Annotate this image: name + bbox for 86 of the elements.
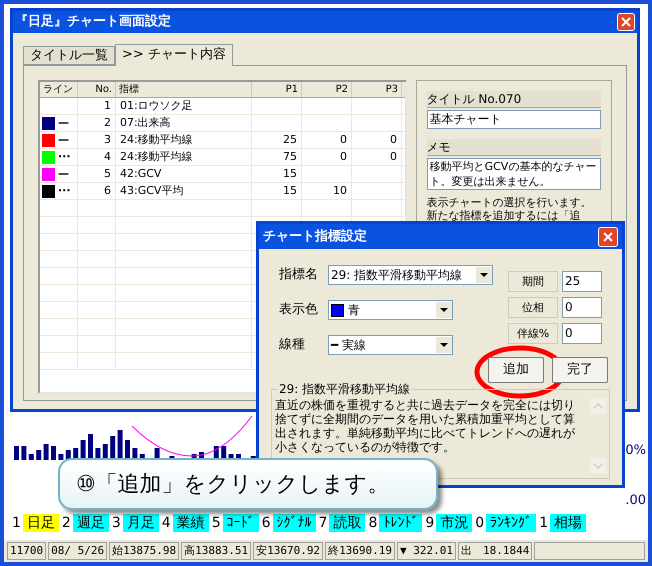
- param-label: 位相: [508, 297, 558, 318]
- table-cell: 2: [78, 115, 116, 131]
- field-label: 指標名: [279, 266, 319, 284]
- table-cell: 01:ロウソク足: [116, 98, 252, 114]
- status-cell: 高13883.51: [181, 542, 252, 560]
- group-title: 29: 指数平滑移動平均線: [278, 381, 412, 397]
- volume-bar: [21, 446, 26, 460]
- tab[interactable]: >> チャート内容: [115, 44, 233, 66]
- line-style-mark: —: [58, 133, 69, 147]
- column-header: P2: [302, 82, 352, 97]
- indicator-select[interactable]: 29: 指数平滑移動平均線: [328, 265, 493, 285]
- volume-bar: [28, 454, 34, 460]
- param-label: 伴線%: [508, 323, 558, 344]
- param-label: 期間: [508, 271, 558, 292]
- volume-bar: [36, 450, 42, 460]
- table-cell: 42:GCV: [116, 166, 252, 182]
- column-header: 指標: [116, 82, 252, 97]
- volume-bar: [14, 446, 19, 460]
- close-icon: [603, 232, 613, 242]
- close-button[interactable]: [617, 13, 635, 31]
- dialog-button[interactable]: 完了: [552, 357, 608, 383]
- param-field[interactable]: 0: [562, 323, 602, 344]
- window-title: チャート指標設定: [263, 228, 367, 246]
- table-cell: 25: [252, 132, 302, 148]
- line-style-mark: —: [58, 116, 69, 130]
- table-cell: 0: [302, 149, 352, 165]
- table-cell: 4: [78, 149, 116, 165]
- line-style-mark: ···: [58, 150, 71, 164]
- volume-bar: [110, 436, 116, 460]
- dialog-button[interactable]: 追加: [488, 357, 544, 383]
- volume-bar: [58, 454, 64, 460]
- table-cell: 15: [252, 183, 302, 199]
- volume-bar: [125, 440, 130, 460]
- volume-bar: [80, 440, 86, 460]
- line-style-mark: ━: [331, 337, 338, 354]
- field-label: 表示色: [279, 301, 319, 320]
- table-cell: 0: [302, 132, 352, 148]
- status-cell: 11700: [7, 542, 46, 560]
- volume-bar: [51, 446, 56, 460]
- table-cell: 5: [78, 166, 116, 182]
- status-cell: 始13875.98: [109, 542, 180, 560]
- table-cell: 07:出来高: [116, 115, 252, 131]
- description-text: 直近の株価を重視すると共に過去データを完全には切り捨てずに全期間のデータを用いた累積加重平均として算出されます。単純移動平均に比べてトレンドへの遅れが小さくなっているのが特徴です。: [275, 398, 576, 456]
- tab[interactable]: タイトル一覧: [23, 46, 115, 65]
- param-field[interactable]: 25: [562, 271, 602, 292]
- table-cell: 0: [352, 149, 402, 165]
- table-cell: 24:移動平均線: [116, 132, 252, 148]
- volume-bar: [44, 444, 49, 460]
- callout-text: ⑩「追加」をクリックします。: [76, 470, 390, 498]
- line-style-mark: —: [58, 167, 69, 181]
- table-cell: 10: [302, 183, 352, 199]
- axis-label: .00: [625, 492, 646, 510]
- close-icon: [621, 17, 631, 27]
- table-cell: 3: [78, 132, 116, 148]
- status-cell: 08/ 5/26: [48, 542, 108, 560]
- window-title: 『日足』チャート画面設定: [15, 12, 171, 32]
- column-header: P1: [252, 82, 302, 97]
- color-select[interactable]: 青: [328, 300, 453, 320]
- line-style-mark: ···: [58, 184, 71, 198]
- status-cell: 出 18.1844: [458, 542, 532, 560]
- close-button[interactable]: [598, 226, 618, 246]
- volume-bar: [118, 430, 123, 460]
- status-cell: 終13690.19: [325, 542, 396, 560]
- table-cell: 24:移動平均線: [116, 149, 252, 165]
- table-cell: 1: [78, 98, 116, 114]
- memo-label: メモ: [426, 139, 601, 156]
- status-cell: ▼ 322.01: [397, 542, 456, 560]
- table-cell: 75: [252, 149, 302, 165]
- field-label: 線種: [279, 336, 306, 354]
- volume-bar: [88, 434, 93, 460]
- title-label: タイトル No.070: [426, 91, 601, 108]
- table-cell: 15: [252, 166, 302, 182]
- column-header: No.: [78, 82, 116, 97]
- help-text: 表示チャートの選択を行います。: [426, 196, 593, 209]
- title-field: 基本チャート: [426, 110, 601, 129]
- line-style-select[interactable]: ━ 実線: [328, 335, 453, 355]
- param-field[interactable]: 0: [562, 297, 602, 318]
- column-header: P3: [352, 82, 402, 97]
- axis-label: 0%: [625, 442, 646, 460]
- table-cell: 43:GCV平均: [116, 183, 252, 199]
- table-cell: 0: [352, 132, 402, 148]
- table-cell: 6: [78, 183, 116, 199]
- status-cell: 安13670.92: [253, 542, 324, 560]
- memo-field: 移動平均とGCVの基本的なチャート。変更は出来ません。: [426, 158, 601, 190]
- column-header: ライン: [40, 82, 78, 97]
- help-text: 新たな指標を追加するには「追: [426, 209, 582, 222]
